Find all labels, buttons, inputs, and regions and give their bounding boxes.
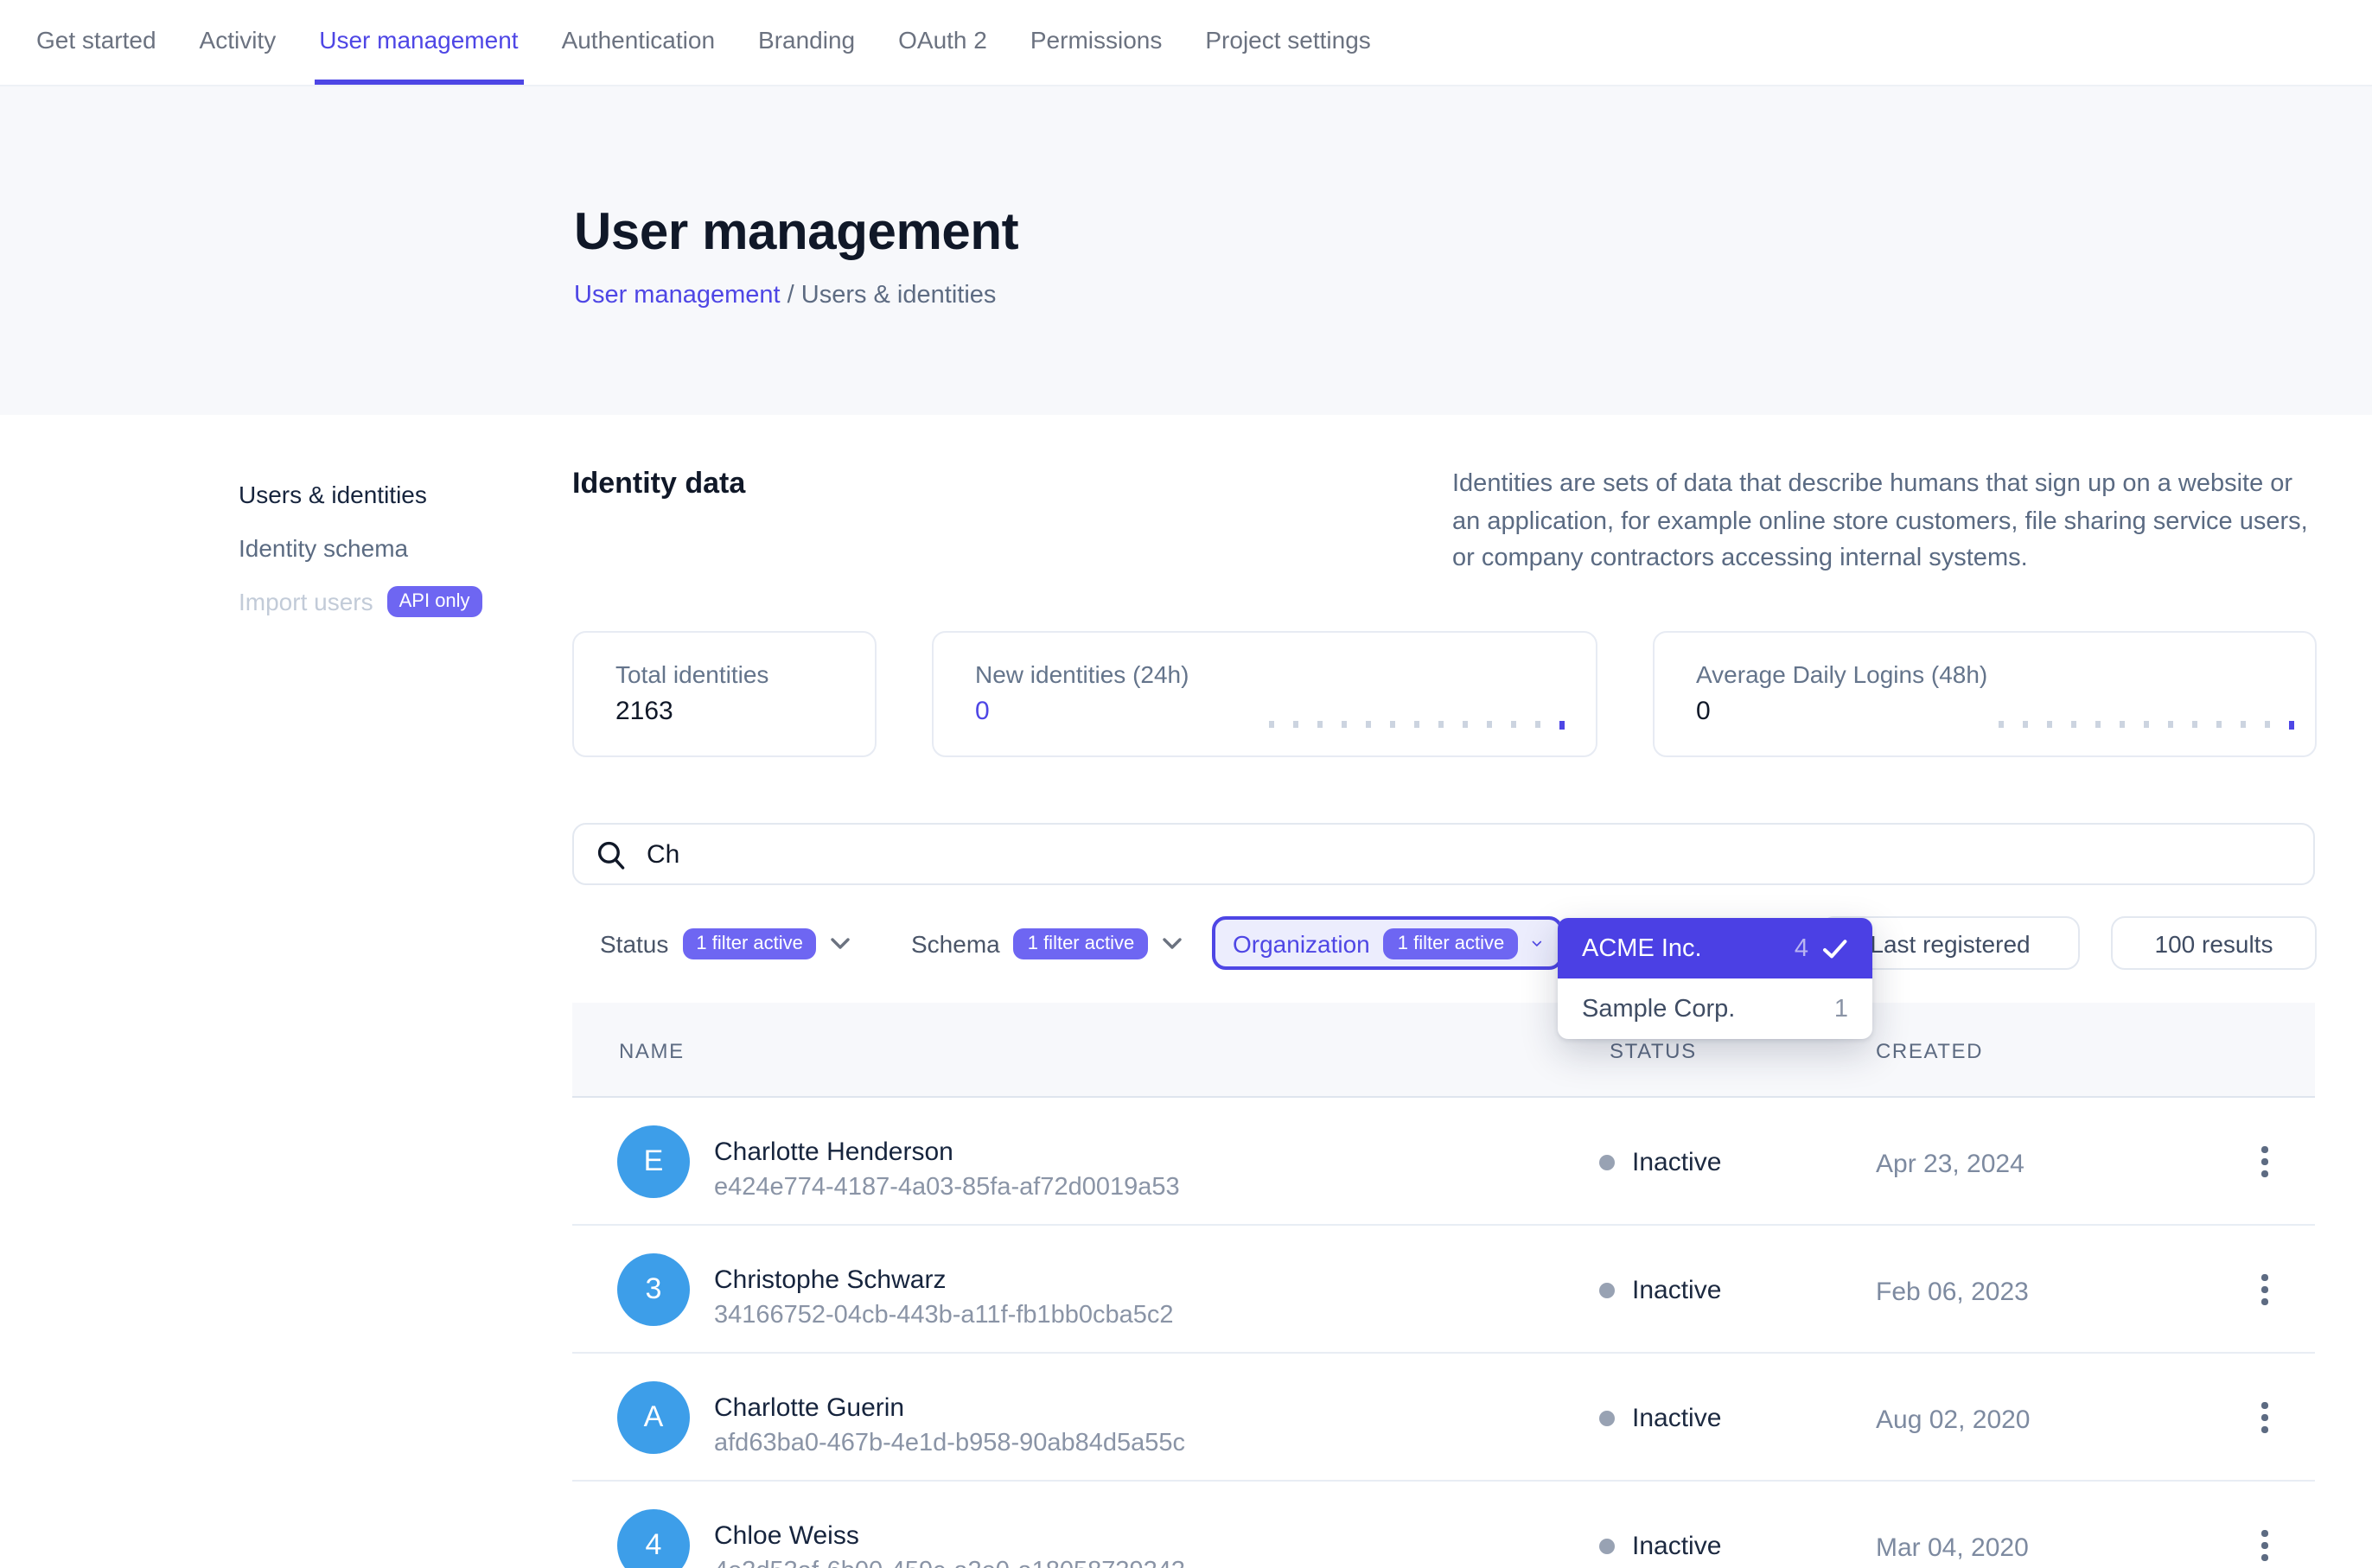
search-bar xyxy=(572,823,2315,885)
nav-tab-branding[interactable]: Branding xyxy=(753,0,860,85)
breadcrumb: User management / Users & identities xyxy=(574,282,2372,309)
status-label: Inactive xyxy=(1632,1148,1721,1177)
nav-tab-oauth2[interactable]: OAuth 2 xyxy=(893,0,992,85)
organization-filter-label: Organization xyxy=(1233,929,1370,957)
chevron-down-icon xyxy=(1162,936,1183,950)
identity-name: Chloe Weiss xyxy=(714,1521,859,1551)
stat-value: 2163 xyxy=(615,697,875,726)
check-icon xyxy=(1822,938,1848,959)
status-filter-badge: 1 filter active xyxy=(682,927,817,959)
option-count: 4 xyxy=(1795,934,1808,962)
sidebar-item-label: Import users xyxy=(239,584,373,619)
status-label: Inactive xyxy=(1632,1532,1721,1561)
app-window: Get started Activity User management Aut… xyxy=(0,0,2372,1568)
nav-tab-permissions[interactable]: Permissions xyxy=(1025,0,1168,85)
organization-filter[interactable]: Organization 1 filter active xyxy=(1212,916,1563,970)
column-header-created: CREATED xyxy=(1876,1039,1983,1063)
schema-filter-badge: 1 filter active xyxy=(1014,927,1149,959)
organization-filter-badge: 1 filter active xyxy=(1384,927,1519,959)
created-date: Feb 06, 2023 xyxy=(1876,1278,2029,1307)
nav-tab-project-settings[interactable]: Project settings xyxy=(1200,0,1375,85)
sparkline xyxy=(1269,721,1565,728)
created-date: Aug 02, 2020 xyxy=(1876,1405,2031,1435)
status-dot xyxy=(1599,1283,1615,1298)
dropdown-option-sample-corp[interactable]: Sample Corp. 1 xyxy=(1558,978,1872,1039)
identity-name: Christophe Schwarz xyxy=(714,1265,946,1295)
filter-row: Status 1 filter active Schema 1 filter a… xyxy=(572,916,2317,970)
nav-tab-activity[interactable]: Activity xyxy=(194,0,282,85)
nav-tab-user-management[interactable]: User management xyxy=(314,0,523,85)
section-sidebar: Users & identities Identity schema Impor… xyxy=(239,477,550,638)
section-description: Identities are sets of data that describ… xyxy=(1452,467,2317,578)
breadcrumb-link-user-management[interactable]: User management xyxy=(574,282,781,309)
avatar: A xyxy=(617,1381,690,1454)
created-date: Mar 04, 2020 xyxy=(1876,1533,2029,1563)
content-area: Users & identities Identity schema Impor… xyxy=(0,415,2372,1568)
stat-card-new-identities: New identities (24h) 0 xyxy=(932,631,1597,757)
sidebar-item-import-users: Import users API only xyxy=(239,584,550,619)
stat-card-total-identities: Total identities 2163 xyxy=(572,631,877,757)
stat-label: Average Daily Logins (48h) xyxy=(1696,660,2315,688)
option-count: 1 xyxy=(1834,995,1848,1023)
breadcrumb-current: Users & identities xyxy=(801,282,997,309)
row-actions-menu-button[interactable] xyxy=(2242,1393,2287,1442)
chevron-down-icon xyxy=(1532,936,1542,950)
dropdown-option-acme[interactable]: ACME Inc. 4 xyxy=(1558,918,1872,978)
created-date: Apr 23, 2024 xyxy=(1876,1150,2024,1179)
identity-name: Charlotte Guerin xyxy=(714,1393,904,1423)
row-actions-menu-button[interactable] xyxy=(2242,1138,2287,1186)
row-actions-menu-button[interactable] xyxy=(2242,1521,2287,1568)
section-title: Identity data xyxy=(572,467,745,578)
nav-tab-get-started[interactable]: Get started xyxy=(31,0,162,85)
status-dot xyxy=(1599,1411,1615,1426)
status-dot xyxy=(1599,1155,1615,1170)
status-label: Inactive xyxy=(1632,1404,1721,1433)
schema-filter-label: Schema xyxy=(911,929,1000,957)
page-title: User management xyxy=(574,86,2372,266)
identity-id: 34166752-04cb-443b-a11f-fb1bb0cba5c2 xyxy=(714,1302,1174,1329)
breadcrumb-separator: / xyxy=(781,282,801,309)
stat-card-average-daily-logins: Average Daily Logins (48h) 0 xyxy=(1653,631,2317,757)
avatar: E xyxy=(617,1125,690,1198)
chevron-down-icon xyxy=(831,936,851,950)
top-nav: Get started Activity User management Aut… xyxy=(0,0,2372,86)
column-header-name: NAME xyxy=(619,1039,685,1063)
table-header: NAME STATUS CREATED xyxy=(572,1003,2315,1098)
table-row[interactable]: 3 Christophe Schwarz 34166752-04cb-443b-… xyxy=(572,1226,2315,1354)
api-only-badge: API only xyxy=(387,586,482,617)
identity-id: e424e774-4187-4a03-85fa-af72d0019a53 xyxy=(714,1174,1180,1201)
status-filter[interactable]: Status 1 filter active xyxy=(600,916,851,970)
identity-id: 4e3d53af-6b00-459c-a2e0-a18058739243 xyxy=(714,1558,1185,1568)
nav-tab-authentication[interactable]: Authentication xyxy=(557,0,720,85)
table-row[interactable]: A Charlotte Guerin afd63ba0-467b-4e1d-b9… xyxy=(572,1354,2315,1482)
stat-label: New identities (24h) xyxy=(975,660,1596,688)
column-header-status: STATUS xyxy=(1610,1039,1697,1063)
avatar: 4 xyxy=(617,1509,690,1568)
option-label: ACME Inc. xyxy=(1582,934,1702,962)
schema-filter[interactable]: Schema 1 filter active xyxy=(911,916,1183,970)
status-filter-label: Status xyxy=(600,929,668,957)
sidebar-item-identity-schema[interactable]: Identity schema xyxy=(239,531,550,565)
search-icon xyxy=(596,839,626,869)
search-input[interactable] xyxy=(643,838,2291,870)
avatar: 3 xyxy=(617,1253,690,1326)
table-row[interactable]: 4 Chloe Weiss 4e3d53af-6b00-459c-a2e0-a1… xyxy=(572,1482,2315,1568)
sidebar-item-users-identities[interactable]: Users & identities xyxy=(239,477,550,512)
identity-name: Charlotte Henderson xyxy=(714,1138,953,1167)
main-panel: Identity data Identities are sets of dat… xyxy=(572,415,2317,1568)
results-count-button[interactable]: 100 results xyxy=(2111,916,2317,970)
organization-dropdown: ACME Inc. 4 Sample Corp. 1 xyxy=(1558,918,1872,1039)
row-actions-menu-button[interactable] xyxy=(2242,1265,2287,1314)
option-label: Sample Corp. xyxy=(1582,995,1735,1023)
status-dot xyxy=(1599,1539,1615,1554)
identity-id: afd63ba0-467b-4e1d-b958-90ab84d5a55c xyxy=(714,1430,1185,1457)
stat-label: Total identities xyxy=(615,660,875,688)
sparkline xyxy=(1999,721,2294,728)
table-row[interactable]: E Charlotte Henderson e424e774-4187-4a03… xyxy=(572,1098,2315,1226)
page-header: User management User management / Users … xyxy=(0,86,2372,415)
status-label: Inactive xyxy=(1632,1276,1721,1305)
